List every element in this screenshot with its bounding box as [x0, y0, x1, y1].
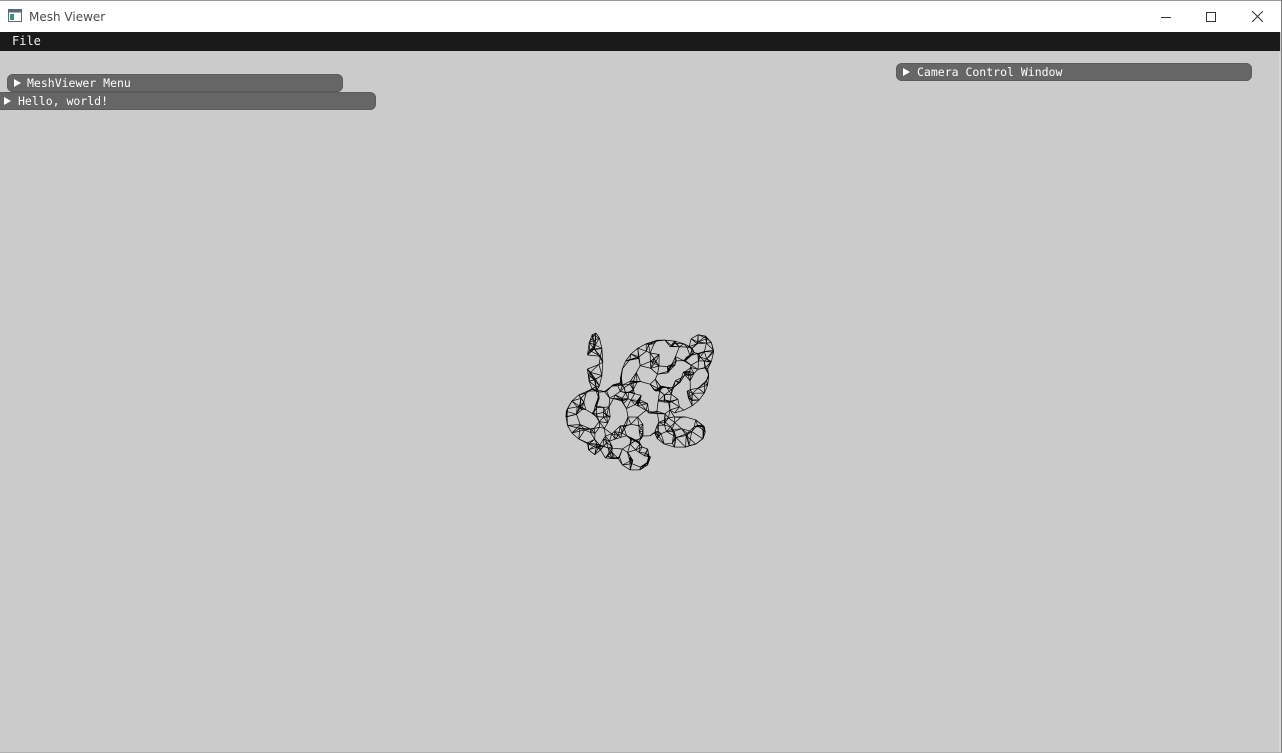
menu-file[interactable]: File	[5, 32, 48, 51]
wireframe-bunny-mesh[interactable]	[555, 322, 730, 484]
window-title: Mesh Viewer	[29, 10, 106, 24]
meshviewer-menu-window[interactable]: MeshViewer Menu	[7, 74, 343, 92]
close-icon	[1251, 11, 1263, 22]
expand-arrow-icon[interactable]	[14, 79, 21, 87]
main-menu-bar: File	[0, 32, 1280, 51]
camera-control-window[interactable]: Camera Control Window	[896, 63, 1252, 81]
meshviewer-menu-title[interactable]: MeshViewer Menu	[27, 74, 131, 92]
app-window-icon	[8, 9, 22, 22]
hello-world-title[interactable]: Hello, world!	[18, 92, 108, 110]
close-button[interactable]	[1234, 1, 1280, 32]
camera-control-title[interactable]: Camera Control Window	[917, 63, 1062, 81]
minimize-icon	[1161, 16, 1171, 18]
window-titlebar[interactable]: Mesh Viewer	[0, 0, 1281, 32]
expand-arrow-icon[interactable]	[4, 97, 11, 105]
mesh-edges	[565, 332, 714, 471]
maximize-icon	[1206, 11, 1216, 22]
mesh-viewer-app: Mesh Viewer File MeshViewer Menu Hello, …	[0, 0, 1282, 753]
maximize-button[interactable]	[1188, 1, 1234, 32]
hello-world-window[interactable]: Hello, world!	[0, 92, 376, 110]
expand-arrow-icon[interactable]	[903, 68, 910, 76]
minimize-button[interactable]	[1143, 1, 1189, 32]
